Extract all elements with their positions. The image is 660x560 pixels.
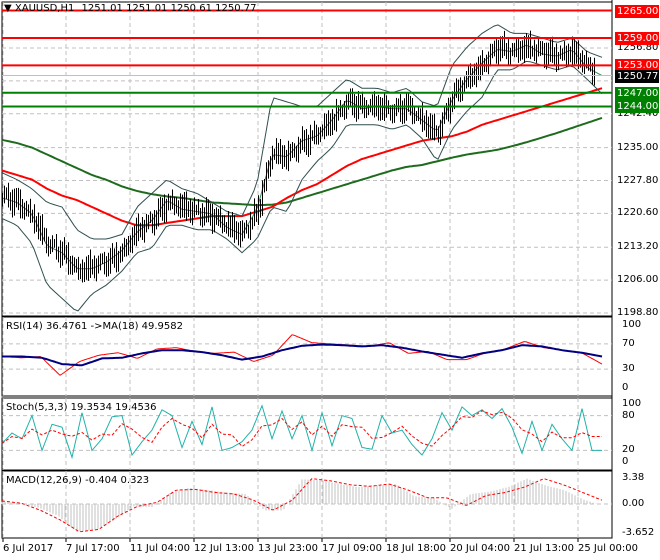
macd-title: MACD(12,26,9) -0.404 0.323 [6, 475, 150, 486]
ma-fast-line [1, 87, 603, 227]
time-tick: 13 Jul 23:00 [258, 543, 318, 554]
rsi-ma-line [2, 343, 603, 367]
stoch-tick: 100 [622, 398, 642, 409]
level-tag-support: 1247.00 [615, 86, 659, 100]
price-tick: 1235.00 [617, 141, 659, 153]
time-tick: 18 Jul 18:00 [386, 543, 446, 554]
time-tick: 12 Jul 13:00 [194, 543, 254, 554]
macd-tick: 0.00 [622, 498, 645, 509]
stoch-title: Stoch(5,3,3) 19.3534 19.4536 [6, 402, 157, 413]
rsi-tick: 30 [622, 363, 635, 375]
level-tag-resistance: 1265.00 [615, 4, 659, 18]
chart-header: ▼ XAUUSD,H1 1251.01 1251.01 1250.61 1250… [4, 3, 256, 15]
level-tag-support: 1244.00 [615, 100, 659, 114]
stoch-tick: 80 [622, 409, 635, 421]
rsi-tick: 100 [622, 319, 642, 330]
stoch-tick: 20 [622, 444, 635, 456]
time-tick: 20 Jul 04:00 [450, 543, 510, 554]
stoch-tick: 0 [622, 456, 629, 467]
rsi-title: RSI(14) 36.4761 ->MA(18) 49.9582 [6, 321, 183, 332]
collapse-triangle-icon[interactable]: ▼ [4, 3, 12, 14]
bollinger-middle-band [1, 44, 603, 270]
price-tick: 1198.80 [617, 307, 659, 318]
current-price-tag: 1250.77 [615, 69, 659, 83]
ohlc-values: 1251.01 1251.01 1250.61 1250.77 [81, 3, 257, 14]
rsi-line [1, 334, 603, 376]
rsi-tick: 0 [622, 382, 629, 393]
price-tick: 1220.60 [617, 207, 659, 219]
time-tick: 7 Jul 17:00 [66, 543, 120, 554]
time-tick: 25 Jul 00:00 [578, 543, 638, 554]
rsi-tick: 70 [622, 337, 635, 349]
time-tick: 11 Jul 04:00 [130, 543, 190, 554]
time-tick: 21 Jul 13:00 [514, 543, 574, 554]
time-tick: 6 Jul 2017 [3, 543, 54, 554]
price-tick: 1206.00 [617, 274, 659, 286]
price-tick: 1227.80 [617, 174, 659, 186]
symbol-label: XAUUSD,H1 [14, 3, 75, 14]
time-tick: 17 Jul 09:00 [322, 543, 382, 554]
macd-tick: -3.652 [622, 527, 655, 538]
level-tag-resistance: 1259.00 [615, 31, 659, 45]
price-tick: 1213.20 [617, 241, 659, 253]
macd-tick: 3.38 [622, 472, 645, 483]
